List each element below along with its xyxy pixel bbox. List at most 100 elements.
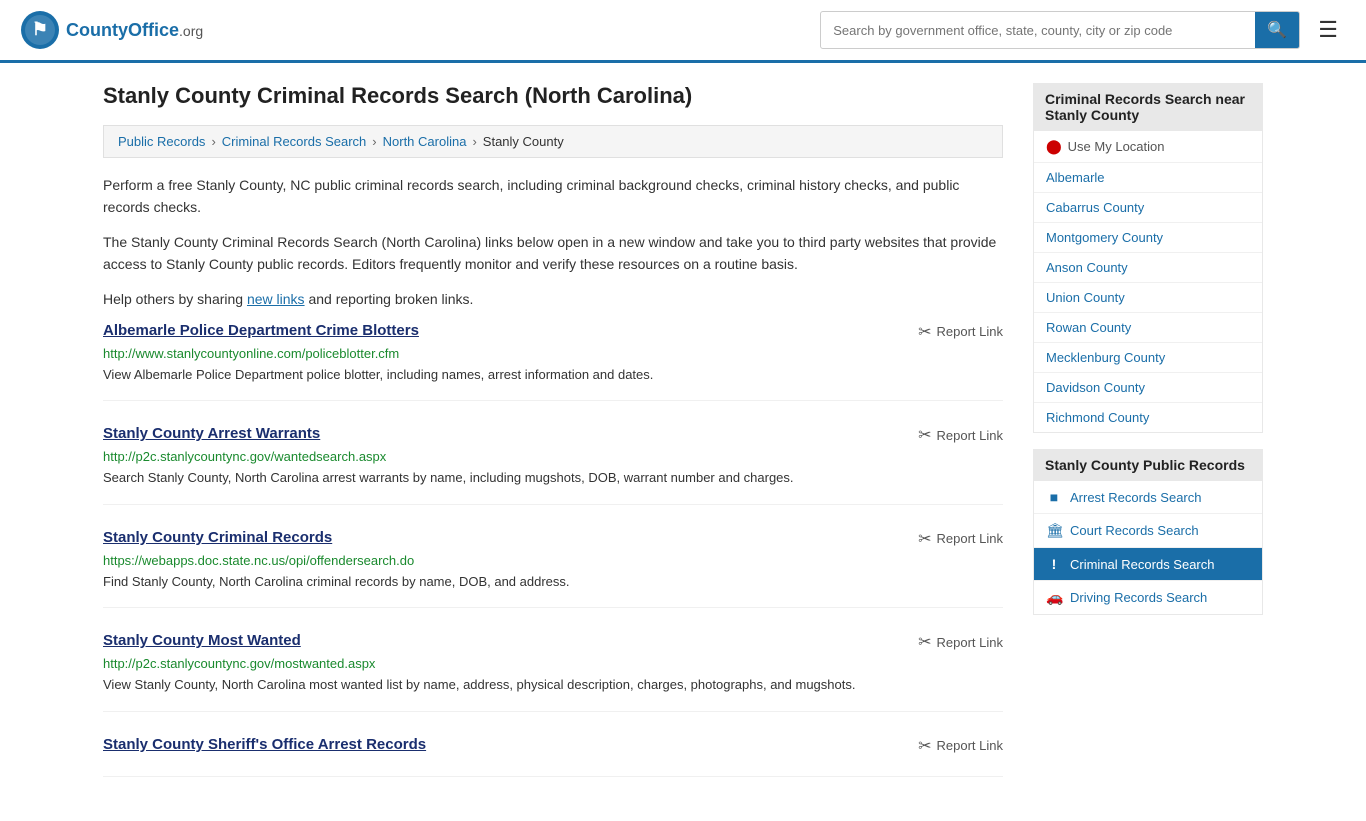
breadcrumb-north-carolina[interactable]: North Carolina (383, 134, 467, 149)
report-link-2[interactable]: ✂ Report Link (918, 425, 1003, 445)
scissors-icon-2: ✂ (918, 425, 931, 445)
result-url-2: http://p2c.stanlycountync.gov/wantedsear… (103, 449, 1003, 464)
description-para1: Perform a free Stanly County, NC public … (103, 174, 1003, 219)
result-desc-1: View Albemarle Police Department police … (103, 365, 1003, 385)
report-link-4[interactable]: ✂ Report Link (918, 632, 1003, 652)
scissors-icon-3: ✂ (918, 529, 931, 549)
header-right: 🔍 ☰ (820, 11, 1346, 49)
records-link-arrest[interactable]: ■ Arrest Records Search (1034, 481, 1262, 513)
menu-button[interactable]: ☰ (1310, 13, 1346, 47)
nearby-mecklenburg: Mecklenburg County (1034, 343, 1262, 373)
result-desc-4: View Stanly County, North Carolina most … (103, 675, 1003, 695)
description-para3-start: Help others by sharing (103, 291, 247, 307)
nearby-anson: Anson County (1034, 253, 1262, 283)
nearby-montgomery: Montgomery County (1034, 223, 1262, 253)
report-link-3[interactable]: ✂ Report Link (918, 529, 1003, 549)
nearby-rowan: Rowan County (1034, 313, 1262, 343)
records-arrest: ■ Arrest Records Search (1034, 481, 1262, 514)
breadcrumb-public-records[interactable]: Public Records (118, 134, 205, 149)
records-link-driving[interactable]: 🚗 Driving Records Search (1034, 581, 1262, 614)
breadcrumb-sep-2: › (372, 134, 376, 149)
scissors-icon-4: ✂ (918, 632, 931, 652)
result-title-1: Albemarle Police Department Crime Blotte… (103, 322, 419, 339)
records-link-court[interactable]: 🏛 Court Records Search (1034, 514, 1262, 547)
result-url-3: https://webapps.doc.state.nc.us/opi/offe… (103, 553, 1003, 568)
scissors-icon-5: ✂ (918, 736, 931, 756)
result-link-5[interactable]: Stanly County Sheriff's Office Arrest Re… (103, 736, 426, 753)
nearby-albemarle: Albemarle (1034, 163, 1262, 193)
result-link-4[interactable]: Stanly County Most Wanted (103, 632, 301, 649)
result-item-2: Stanly County Arrest Warrants ✂ Report L… (103, 425, 1003, 505)
search-bar: 🔍 (820, 11, 1300, 49)
logo-icon: ⚑ (20, 10, 60, 50)
result-title-4: Stanly County Most Wanted (103, 632, 301, 649)
result-title-row-2: Stanly County Arrest Warrants ✂ Report L… (103, 425, 1003, 445)
criminal-icon: ! (1046, 556, 1062, 572)
public-records-list: ■ Arrest Records Search 🏛 Court Records … (1033, 481, 1263, 615)
nearby-union: Union County (1034, 283, 1262, 313)
location-dot-icon: ⬤ (1046, 138, 1062, 155)
result-url-4: http://p2c.stanlycountync.gov/mostwanted… (103, 656, 1003, 671)
arrest-icon: ■ (1046, 489, 1062, 505)
search-input[interactable] (821, 15, 1255, 46)
nearby-link-rowan[interactable]: Rowan County (1034, 313, 1262, 342)
result-link-2[interactable]: Stanly County Arrest Warrants (103, 425, 320, 442)
use-location-item: ⬤ Use My Location (1034, 131, 1262, 163)
page-title: Stanly County Criminal Records Search (N… (103, 83, 1003, 109)
nearby-link-richmond[interactable]: Richmond County (1034, 403, 1262, 432)
breadcrumb-sep-1: › (211, 134, 215, 149)
search-button[interactable]: 🔍 (1255, 12, 1299, 48)
records-court: 🏛 Court Records Search (1034, 514, 1262, 548)
results-list: Albemarle Police Department Crime Blotte… (103, 322, 1003, 777)
description-para3: Help others by sharing new links and rep… (103, 288, 1003, 310)
result-item-4: Stanly County Most Wanted ✂ Report Link … (103, 632, 1003, 712)
breadcrumb: Public Records › Criminal Records Search… (103, 125, 1003, 158)
result-item-1: Albemarle Police Department Crime Blotte… (103, 322, 1003, 402)
result-title-row-5: Stanly County Sheriff's Office Arrest Re… (103, 736, 1003, 756)
nearby-link-montgomery[interactable]: Montgomery County (1034, 223, 1262, 252)
nearby-link-union[interactable]: Union County (1034, 283, 1262, 312)
nearby-link-albemarle[interactable]: Albemarle (1034, 163, 1262, 192)
logo-area: ⚑ CountyOffice.org (20, 10, 203, 50)
content-area: Stanly County Criminal Records Search (N… (103, 83, 1003, 801)
scissors-icon-1: ✂ (918, 322, 931, 342)
breadcrumb-criminal-records[interactable]: Criminal Records Search (222, 134, 367, 149)
nearby-link-anson[interactable]: Anson County (1034, 253, 1262, 282)
result-title-row-1: Albemarle Police Department Crime Blotte… (103, 322, 1003, 342)
result-title-5: Stanly County Sheriff's Office Arrest Re… (103, 736, 426, 753)
report-link-5[interactable]: ✂ Report Link (918, 736, 1003, 756)
breadcrumb-stanly-county: Stanly County (483, 134, 564, 149)
result-title-row-4: Stanly County Most Wanted ✂ Report Link (103, 632, 1003, 652)
records-link-criminal[interactable]: ! Criminal Records Search (1034, 548, 1262, 580)
records-criminal: ! Criminal Records Search (1034, 548, 1262, 581)
result-desc-2: Search Stanly County, North Carolina arr… (103, 468, 1003, 488)
public-records-section-title: Stanly County Public Records (1033, 449, 1263, 481)
nearby-link-mecklenburg[interactable]: Mecklenburg County (1034, 343, 1262, 372)
description-para3-end: and reporting broken links. (305, 291, 474, 307)
result-desc-3: Find Stanly County, North Carolina crimi… (103, 572, 1003, 592)
result-link-1[interactable]: Albemarle Police Department Crime Blotte… (103, 322, 419, 339)
court-icon: 🏛 (1046, 522, 1062, 539)
nearby-cabarrus: Cabarrus County (1034, 193, 1262, 223)
result-item-3: Stanly County Criminal Records ✂ Report … (103, 529, 1003, 609)
nearby-link-cabarrus[interactable]: Cabarrus County (1034, 193, 1262, 222)
nearby-davidson: Davidson County (1034, 373, 1262, 403)
result-item-5: Stanly County Sheriff's Office Arrest Re… (103, 736, 1003, 777)
breadcrumb-sep-3: › (472, 134, 476, 149)
report-link-1[interactable]: ✂ Report Link (918, 322, 1003, 342)
new-links-link[interactable]: new links (247, 291, 305, 307)
logo-text: CountyOffice.org (66, 20, 203, 41)
result-link-3[interactable]: Stanly County Criminal Records (103, 529, 332, 546)
result-title-2: Stanly County Arrest Warrants (103, 425, 320, 442)
nearby-richmond: Richmond County (1034, 403, 1262, 432)
sidebar: Criminal Records Search near Stanly Coun… (1033, 83, 1263, 801)
driving-icon: 🚗 (1046, 589, 1062, 606)
nearby-list: ⬤ Use My Location Albemarle Cabarrus Cou… (1033, 131, 1263, 433)
use-location-link[interactable]: ⬤ Use My Location (1034, 131, 1262, 162)
main-container: Stanly County Criminal Records Search (N… (83, 63, 1283, 821)
records-driving: 🚗 Driving Records Search (1034, 581, 1262, 614)
header: ⚑ CountyOffice.org 🔍 ☰ (0, 0, 1366, 63)
description-para2: The Stanly County Criminal Records Searc… (103, 231, 1003, 276)
nearby-link-davidson[interactable]: Davidson County (1034, 373, 1262, 402)
svg-text:⚑: ⚑ (32, 19, 48, 39)
